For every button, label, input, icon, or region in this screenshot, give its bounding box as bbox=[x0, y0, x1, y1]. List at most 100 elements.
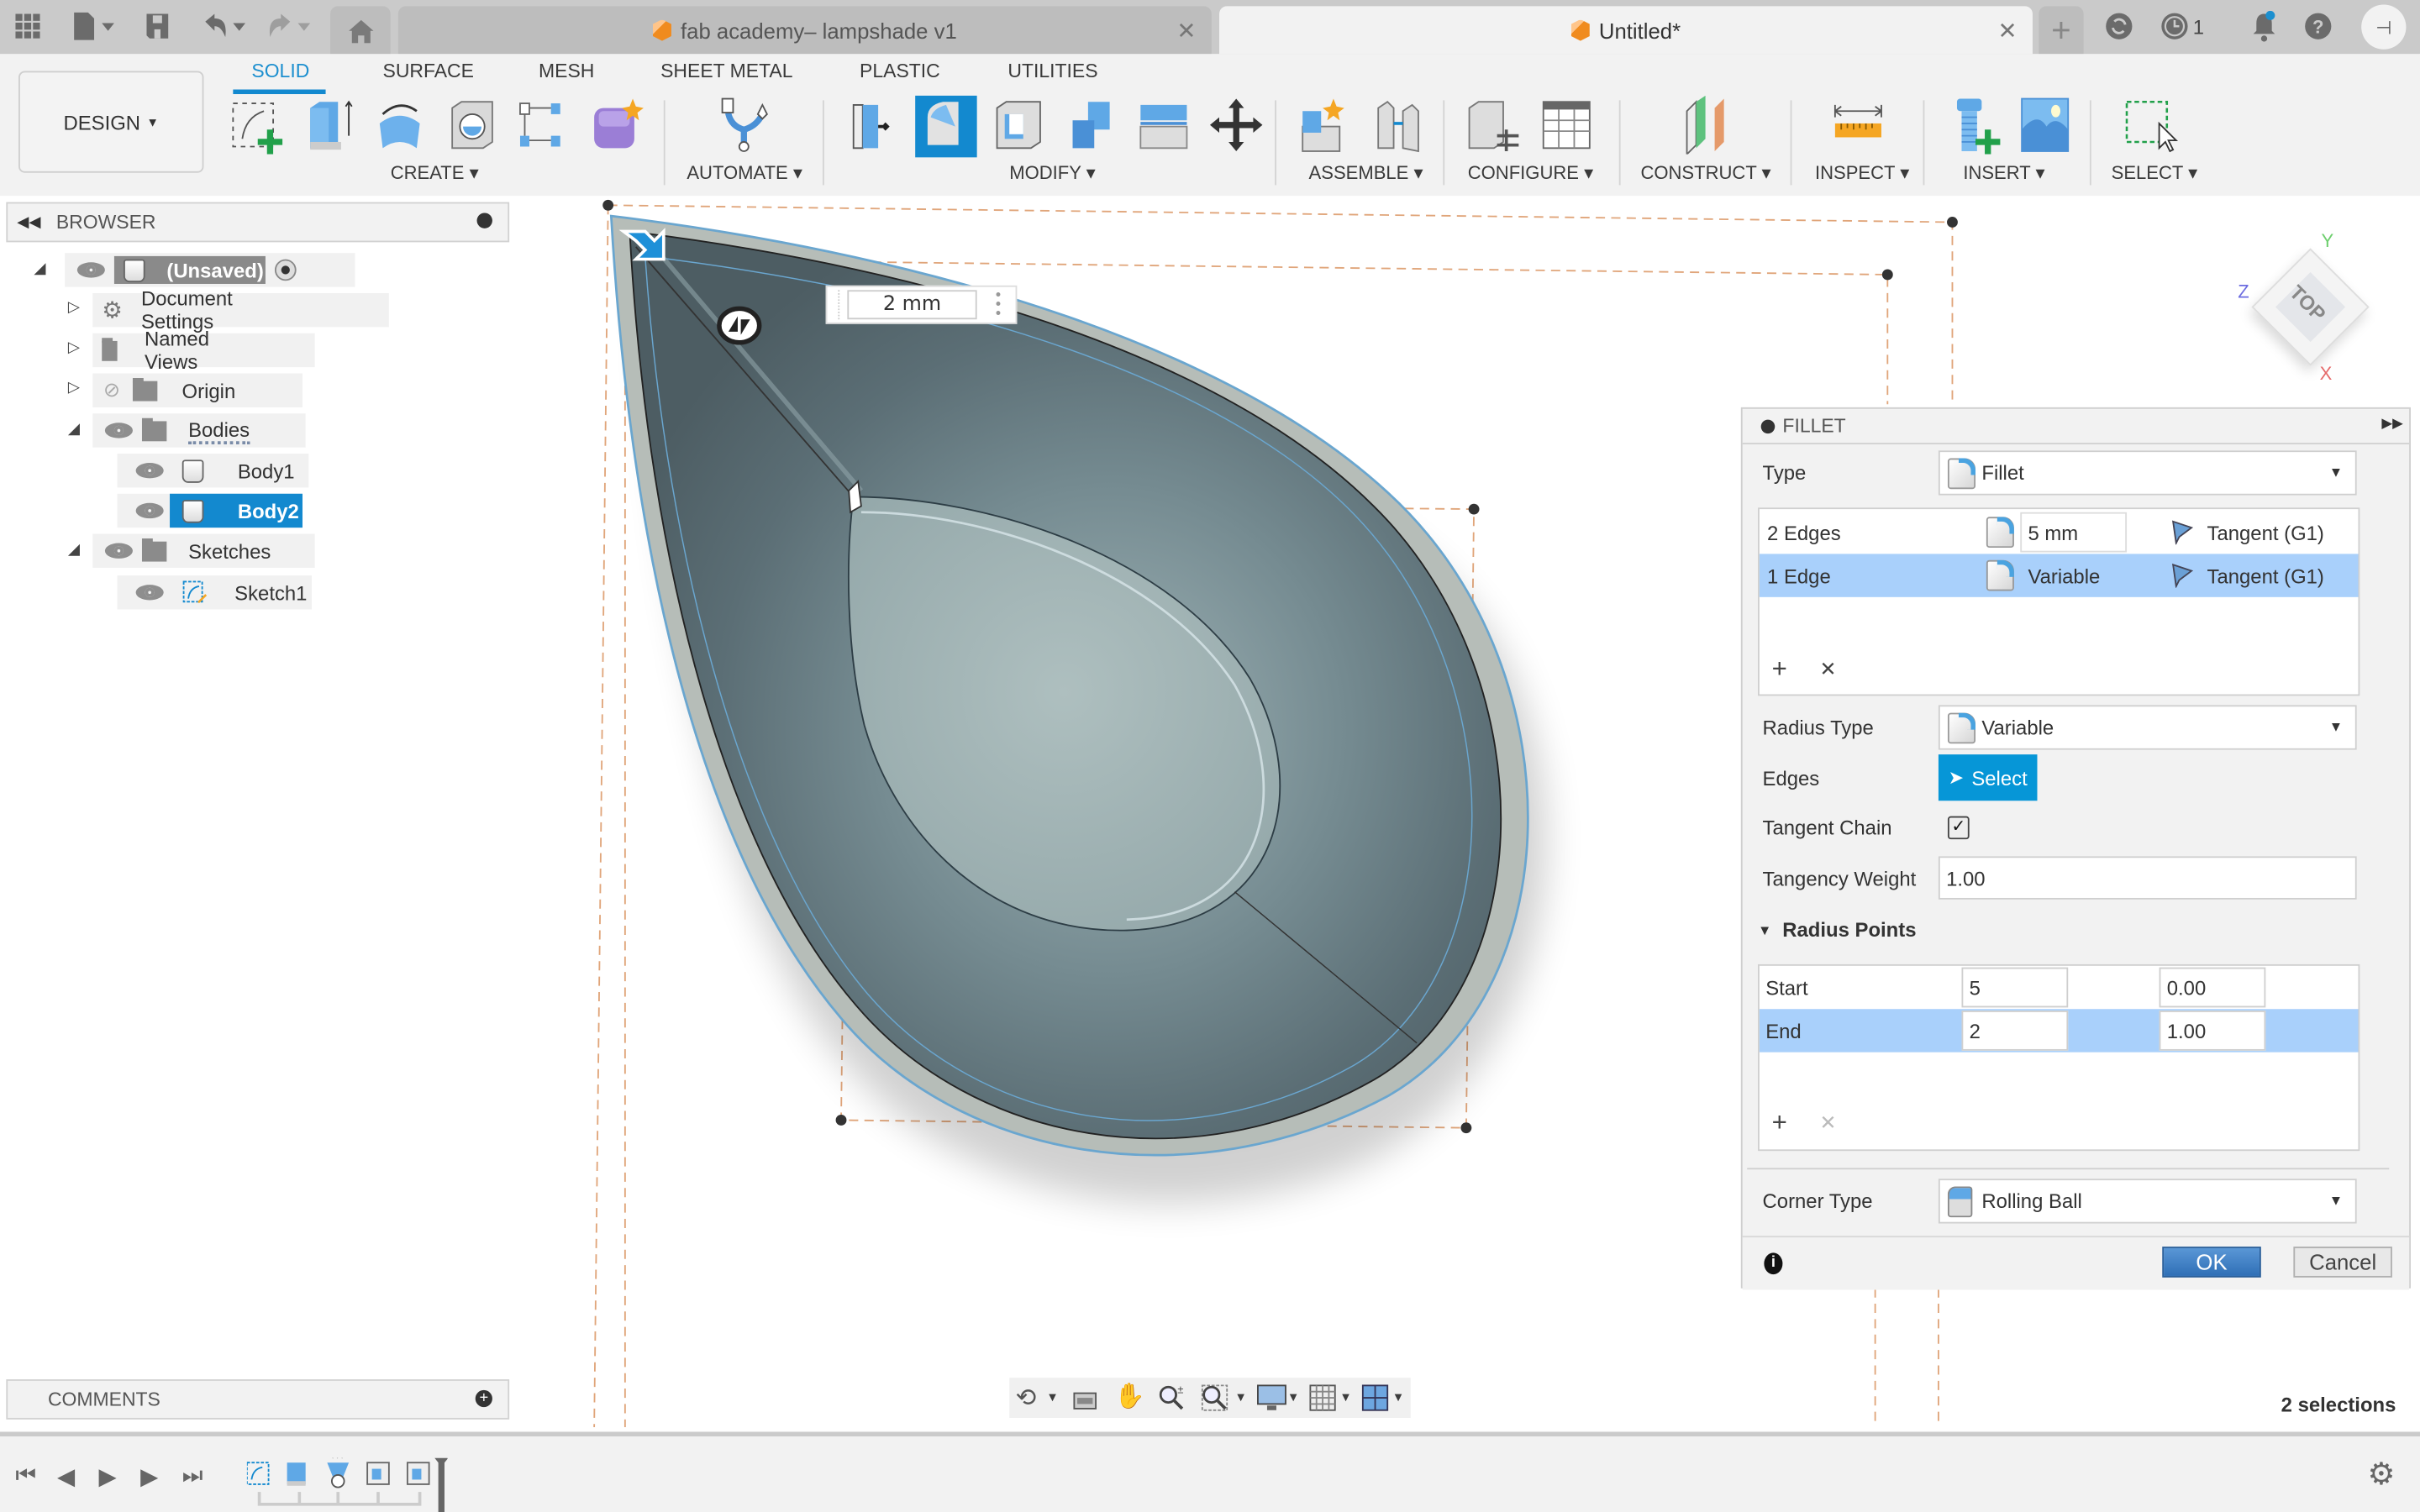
radius-type-select[interactable]: Variable ▼ bbox=[1938, 705, 2357, 750]
save-icon[interactable] bbox=[139, 9, 176, 43]
home-tab[interactable] bbox=[330, 6, 391, 55]
notifications-icon[interactable] bbox=[2245, 9, 2282, 43]
job-status-button[interactable]: 1 bbox=[2156, 9, 2208, 43]
shell-icon[interactable] bbox=[991, 96, 1050, 155]
visibility-eye-icon[interactable] bbox=[135, 583, 164, 601]
inspect-menu[interactable]: INSPECT ▾ bbox=[1815, 162, 1909, 184]
extrude-icon[interactable] bbox=[297, 96, 356, 155]
expand-triangle-icon[interactable]: ▷ bbox=[68, 299, 80, 316]
radius-point-row-selected[interactable]: End 2 1.00 bbox=[1759, 1009, 2359, 1053]
measure-icon[interactable] bbox=[1829, 96, 1888, 155]
tangency-weight-input[interactable]: 1.00 bbox=[1938, 856, 2357, 900]
display-settings-icon[interactable] bbox=[1256, 1384, 1287, 1412]
insert-menu[interactable]: INSERT ▾ bbox=[1963, 162, 2044, 184]
create-form-icon[interactable] bbox=[587, 96, 645, 155]
position-slider-handle[interactable] bbox=[717, 306, 762, 345]
timeline-shell-feature[interactable] bbox=[366, 1462, 390, 1485]
configure-menu[interactable]: CONFIGURE ▾ bbox=[1468, 162, 1593, 184]
timeline-extrude-feature[interactable] bbox=[287, 1462, 306, 1486]
move-icon[interactable] bbox=[1207, 96, 1265, 155]
tab-plastic[interactable]: PLASTIC bbox=[860, 60, 940, 82]
zoom-icon[interactable]: ± bbox=[1158, 1384, 1186, 1412]
tab-mesh[interactable]: MESH bbox=[539, 60, 594, 82]
info-icon[interactable]: i bbox=[1764, 1252, 1783, 1275]
edge-set-radius-input[interactable]: 5 mm bbox=[2020, 512, 2128, 553]
document-tab-untitled[interactable]: Untitled* ✕ bbox=[1219, 6, 2033, 55]
tab-sheet-metal[interactable]: SHEET METAL bbox=[660, 60, 792, 82]
radius-points-section-toggle[interactable]: ▼ Radius Points bbox=[1758, 918, 1916, 942]
viewports-icon[interactable] bbox=[1361, 1384, 1389, 1412]
step-forward-icon[interactable]: ▶ bbox=[140, 1462, 158, 1490]
tab-solid[interactable]: SOLID bbox=[251, 60, 309, 82]
chevron-down-icon[interactable]: ▼ bbox=[1392, 1390, 1405, 1404]
window-select-icon[interactable] bbox=[2121, 96, 2180, 155]
select-menu[interactable]: SELECT ▾ bbox=[2112, 162, 2198, 184]
insert-canvas-icon[interactable] bbox=[2016, 96, 2075, 155]
edges-select-button[interactable]: ➤ Select bbox=[1938, 754, 2038, 801]
expand-dialog-icon[interactable]: ▶▶ bbox=[2381, 415, 2402, 432]
timeline-revolve-feature[interactable] bbox=[327, 1457, 350, 1488]
remove-edge-set-button[interactable]: ✕ bbox=[1820, 657, 1837, 681]
pin-panel-icon[interactable] bbox=[476, 213, 492, 228]
collapse-dialog-icon[interactable] bbox=[1760, 418, 1776, 433]
new-component-icon[interactable] bbox=[1297, 96, 1355, 155]
app-grid-icon[interactable] bbox=[9, 9, 46, 43]
visibility-eye-icon[interactable] bbox=[135, 461, 164, 480]
edge-set-continuity[interactable]: Tangent (G1) bbox=[2207, 564, 2324, 587]
revolve-icon[interactable] bbox=[371, 96, 429, 155]
close-tab-icon[interactable]: ✕ bbox=[1998, 17, 2018, 45]
activate-radio-icon[interactable] bbox=[274, 259, 297, 281]
workspace-switcher[interactable]: DESIGN ▼ bbox=[18, 71, 204, 173]
radius-point-row[interactable]: Start 5 0.00 bbox=[1760, 966, 2359, 1009]
fit-zoom-icon[interactable] bbox=[1201, 1384, 1228, 1412]
assemble-menu[interactable]: ASSEMBLE ▾ bbox=[1309, 162, 1423, 184]
chevron-down-icon[interactable]: ▼ bbox=[1234, 1390, 1247, 1404]
construct-menu[interactable]: CONSTRUCT ▾ bbox=[1640, 162, 1770, 184]
type-select[interactable]: Fillet ▼ bbox=[1938, 450, 2357, 496]
orbit-icon[interactable]: ⟲ bbox=[1016, 1383, 1037, 1414]
go-to-end-icon[interactable]: ⏭ bbox=[182, 1462, 203, 1488]
timeline-sketch-feature[interactable] bbox=[246, 1462, 270, 1485]
pan-hand-icon[interactable]: ✋ bbox=[1114, 1381, 1145, 1412]
add-comment-icon[interactable]: + bbox=[475, 1389, 492, 1408]
modify-menu[interactable]: MODIFY ▾ bbox=[1009, 162, 1096, 184]
offset-plane-icon[interactable] bbox=[1675, 95, 1733, 155]
create-sketch-icon[interactable] bbox=[227, 96, 286, 155]
hidden-eye-icon[interactable]: ⊘ bbox=[103, 378, 120, 402]
sync-status-icon[interactable] bbox=[2101, 9, 2138, 43]
visibility-eye-icon[interactable] bbox=[104, 542, 133, 560]
timeline-fillet-feature[interactable] bbox=[406, 1462, 430, 1485]
offset-face-icon[interactable] bbox=[1134, 96, 1193, 155]
radius-dimension-input[interactable]: 2 mm bbox=[847, 290, 977, 320]
edge-set-continuity[interactable]: Tangent (G1) bbox=[2207, 521, 2324, 544]
configure-table-icon[interactable] bbox=[1537, 96, 1596, 155]
change-parameters-icon[interactable] bbox=[1463, 96, 1522, 155]
timeline-settings-gear-icon[interactable]: ⚙ bbox=[2368, 1455, 2396, 1494]
corner-type-select[interactable]: Rolling Ball ▼ bbox=[1938, 1179, 2357, 1224]
tab-surface[interactable]: SURFACE bbox=[383, 60, 474, 82]
radius-point-radius-input[interactable]: 5 bbox=[1961, 967, 2069, 1008]
help-icon[interactable]: ? bbox=[2300, 9, 2337, 43]
add-edge-set-button[interactable]: + bbox=[1772, 654, 1787, 685]
edge-set-row[interactable]: 2 Edges 5 mm Tangent (G1) bbox=[1760, 511, 2359, 554]
fillet-tool-active[interactable] bbox=[915, 95, 977, 158]
automate-menu[interactable]: AUTOMATE ▾ bbox=[687, 162, 802, 184]
radius-point-position-input[interactable]: 0.00 bbox=[2159, 967, 2266, 1008]
visibility-eye-icon[interactable] bbox=[135, 501, 164, 520]
new-tab-button[interactable]: + bbox=[2039, 6, 2084, 55]
cancel-button[interactable]: Cancel bbox=[2293, 1247, 2392, 1278]
close-tab-icon[interactable]: ✕ bbox=[1176, 17, 1196, 45]
joint-icon[interactable] bbox=[1369, 96, 1428, 155]
expand-triangle-icon[interactable]: ▷ bbox=[68, 380, 80, 396]
add-radius-point-button[interactable]: + bbox=[1772, 1108, 1787, 1139]
timeline-marker[interactable] bbox=[432, 1457, 448, 1512]
automate-icon[interactable] bbox=[713, 96, 778, 155]
radius-point-radius-input[interactable]: 2 bbox=[1961, 1011, 2069, 1051]
chevron-down-icon[interactable]: ▼ bbox=[1287, 1390, 1300, 1404]
remove-radius-point-button[interactable]: ✕ bbox=[1820, 1110, 1837, 1135]
visibility-eye-icon[interactable] bbox=[104, 421, 133, 439]
user-avatar[interactable]: ⊣ bbox=[2361, 4, 2407, 50]
create-menu[interactable]: CREATE ▾ bbox=[391, 162, 479, 184]
more-options-icon[interactable]: • • • bbox=[996, 288, 1001, 322]
go-to-start-icon[interactable]: ⏮ bbox=[15, 1462, 36, 1488]
